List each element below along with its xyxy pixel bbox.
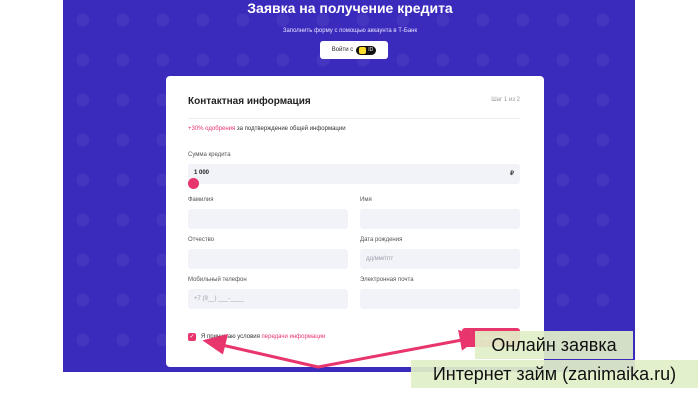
bonus-text: за подтверждение общей информации bbox=[235, 126, 346, 132]
page-subtitle: Заполнить форму с помощью аккаунта в Т-Б… bbox=[282, 28, 418, 34]
amount-field[interactable]: 1 000 ₽ bbox=[188, 164, 520, 184]
consent-link[interactable]: передачи информации bbox=[262, 334, 326, 340]
patronymic-label: Отчество bbox=[188, 237, 215, 243]
consent-text: Я принимаю условия bbox=[201, 334, 262, 340]
form-card: Контактная информация Шаг 1 из 2 +30% од… bbox=[166, 76, 544, 367]
caption-line-1: Онлайн заявка bbox=[475, 331, 633, 359]
login-label: Войти с bbox=[331, 47, 354, 53]
t-bank-logo-icon bbox=[359, 46, 367, 54]
step-indicator: Шаг 1 из 2 bbox=[491, 97, 520, 103]
first-name-input[interactable] bbox=[360, 209, 520, 229]
tid-badge: ID bbox=[356, 45, 377, 55]
login-tid-button[interactable]: Войти с ID bbox=[320, 41, 388, 59]
last-name-input[interactable] bbox=[188, 209, 348, 229]
divider bbox=[188, 118, 520, 119]
tid-label: ID bbox=[368, 47, 374, 53]
birth-date-input[interactable]: дд/мм/гггг bbox=[360, 249, 520, 269]
email-input[interactable] bbox=[360, 289, 520, 309]
bonus-accent: +30% одобрения bbox=[188, 126, 236, 132]
page-title: Заявка на получение кредита bbox=[247, 0, 453, 16]
first-name-label: Имя bbox=[360, 197, 372, 203]
phone-label: Мобильный телефон bbox=[188, 277, 247, 283]
consent-label: Я принимаю условия передачи информации bbox=[201, 334, 325, 340]
amount-value: 1 000 bbox=[194, 170, 210, 176]
consent-checkbox[interactable]: ✓ bbox=[188, 333, 196, 341]
last-name-label: Фамилия bbox=[188, 197, 214, 203]
currency-sign: ₽ bbox=[510, 171, 514, 177]
bonus-note: +30% одобрения за подтверждение общей ин… bbox=[188, 126, 346, 132]
form-title: Контактная информация bbox=[188, 96, 311, 107]
patronymic-input[interactable] bbox=[188, 249, 348, 269]
phone-input[interactable]: +7 (9__) ___-____ bbox=[188, 289, 348, 309]
birth-date-label: Дата рождения bbox=[360, 237, 403, 243]
amount-label: Сумма кредита bbox=[188, 152, 231, 158]
email-label: Электронная почта bbox=[360, 277, 414, 283]
caption-line-2: Интернет займ (zanimaika.ru) bbox=[411, 360, 698, 388]
amount-slider-handle[interactable] bbox=[188, 178, 199, 189]
